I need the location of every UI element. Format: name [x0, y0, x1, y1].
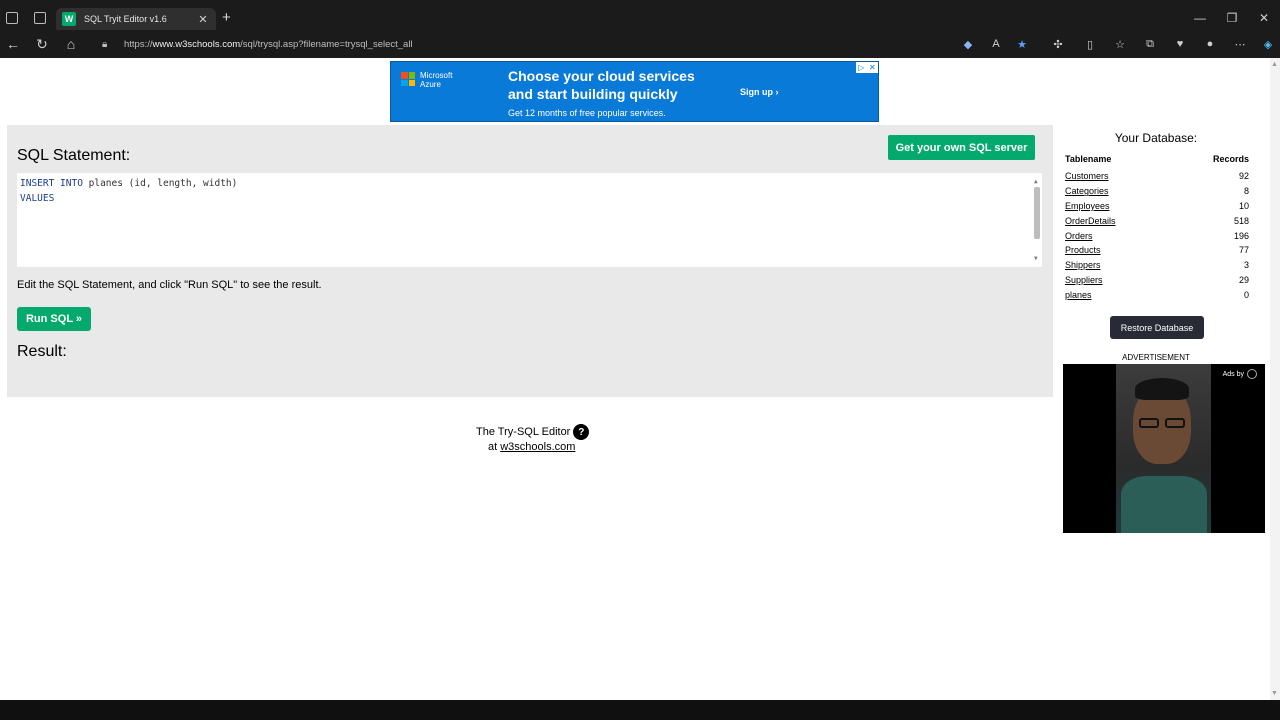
table-row: Shippers 3 [1065, 260, 1249, 271]
new-tab-icon[interactable]: + [222, 10, 231, 26]
database-table: Tablename Records Customers 92 Categories… [1065, 154, 1249, 302]
tab-sql-tryit[interactable]: W SQL Tryit Editor v1.6 ✕ [56, 8, 216, 30]
sql-editor-panel: SQL Statement: Get your own SQL server I… [7, 125, 1053, 397]
glasses [1137, 418, 1187, 428]
url-bar[interactable]: 🔒︎ https://www.w3schools.com/sql/trysql.… [92, 33, 942, 55]
get-own-sql-server-button[interactable]: Get your own SQL server [888, 135, 1035, 160]
workspaces-icon[interactable] [6, 12, 18, 24]
back-icon[interactable]: ← [4, 35, 22, 53]
lock-icon[interactable]: 🔒︎ [102, 39, 114, 50]
code-line: INSERT INTO planes (id, length, width) [20, 178, 238, 189]
microsoft-logo-icon [401, 72, 415, 86]
taskbar [0, 700, 1280, 720]
profile-avatar-icon[interactable]: ● [1202, 36, 1218, 52]
w3schools-favicon-icon: W [62, 12, 76, 26]
page-scrollbar[interactable]: ▲ ▼ [1270, 58, 1280, 700]
close-tab-icon[interactable]: ✕ [196, 13, 210, 26]
advertisement-label: ADVERTISEMENT [1122, 353, 1190, 362]
sql-statement-heading: SQL Statement: [17, 147, 131, 164]
ad-signup-link[interactable]: Sign up › [740, 87, 779, 97]
copilot-icon[interactable]: ◈ [1260, 36, 1276, 52]
ads-by-badge[interactable]: Ads by [1223, 369, 1257, 379]
editor-scroll-thumb[interactable] [1034, 187, 1040, 239]
tab-actions-icon[interactable] [34, 12, 46, 24]
run-sql-button[interactable]: Run SQL » [17, 307, 91, 331]
favorite-star-icon[interactable]: ★ [1014, 36, 1030, 52]
help-icon[interactable]: ? [573, 424, 590, 440]
ad-subtext: Get 12 months of free popular services. [508, 108, 666, 118]
ad-choices-icon [1247, 369, 1257, 379]
ad-close-icon[interactable]: ▷ ✕ [856, 62, 878, 73]
table-row: Products 77 [1065, 245, 1249, 256]
browser-essentials-icon[interactable]: ♥ [1172, 36, 1188, 52]
collections-icon[interactable]: ⧉ [1142, 36, 1158, 52]
read-aloud-icon[interactable]: A [988, 36, 1004, 52]
browser-addressbar: ← ↻ ⌂ 🔒︎ https://www.w3schools.com/sql/t… [0, 30, 1280, 58]
table-row: Employees 10 [1065, 200, 1249, 211]
table-link[interactable]: Employees [1065, 201, 1110, 211]
page-content: Microsoft Azure Choose your cloud service… [0, 58, 1280, 700]
table-row: planes 0 [1065, 289, 1249, 300]
table-row: Categories 8 [1065, 186, 1249, 197]
table-row: Orders 196 [1065, 230, 1249, 241]
restore-database-button[interactable]: Restore Database [1110, 316, 1204, 339]
table-link[interactable]: Categories [1065, 186, 1109, 196]
split-screen-icon[interactable]: ▯ [1082, 36, 1098, 52]
favorites-icon[interactable]: ☆ [1112, 36, 1128, 52]
result-heading: Result: [17, 343, 67, 360]
table-link[interactable]: Customers [1065, 171, 1109, 181]
more-options-icon[interactable]: ⋯ [1232, 36, 1248, 52]
ad-brand: Microsoft Azure [420, 71, 453, 89]
ad-headline: Choose your cloud services and start buil… [508, 68, 695, 102]
tab-title: SQL Tryit Editor v1.6 [84, 14, 167, 24]
table-link[interactable]: Orders [1065, 231, 1093, 241]
database-table-header: Tablename Records [1065, 154, 1249, 164]
table-link[interactable]: Shippers [1065, 260, 1101, 270]
coupon-tag-icon[interactable]: ◆ [960, 36, 976, 52]
url-text: https://www.w3schools.com/sql/trysql.asp… [124, 38, 413, 50]
sql-code-editor[interactable]: INSERT INTO planes (id, length, width) V… [17, 173, 1042, 267]
table-link[interactable]: planes [1065, 290, 1092, 300]
advertisement-video[interactable]: Ads by [1063, 364, 1265, 533]
refresh-icon[interactable]: ↻ [33, 35, 51, 53]
table-link[interactable]: Suppliers [1065, 275, 1103, 285]
table-row: OrderDetails 518 [1065, 215, 1249, 226]
azure-ad-banner[interactable]: Microsoft Azure Choose your cloud service… [390, 61, 879, 122]
table-link[interactable]: OrderDetails [1065, 216, 1116, 226]
table-row: Customers 92 [1065, 171, 1249, 182]
table-link[interactable]: Products [1065, 245, 1101, 255]
your-database-title: Your Database: [1114, 131, 1198, 145]
code-line: VALUES [20, 193, 55, 204]
w3schools-link[interactable]: w3schools.com [500, 441, 575, 453]
instructions-text: Edit the SQL Statement, and click "Run S… [17, 279, 322, 291]
footer-site: at w3schools.com [488, 441, 576, 453]
editor-scrollbar[interactable]: ▲ ▼ [1032, 173, 1042, 267]
footer-editor-name: The Try-SQL Editor ? [476, 424, 590, 440]
extensions-icon[interactable]: ✣ [1050, 36, 1066, 52]
home-icon[interactable]: ⌂ [62, 35, 80, 53]
table-row: Suppliers 29 [1065, 274, 1249, 285]
